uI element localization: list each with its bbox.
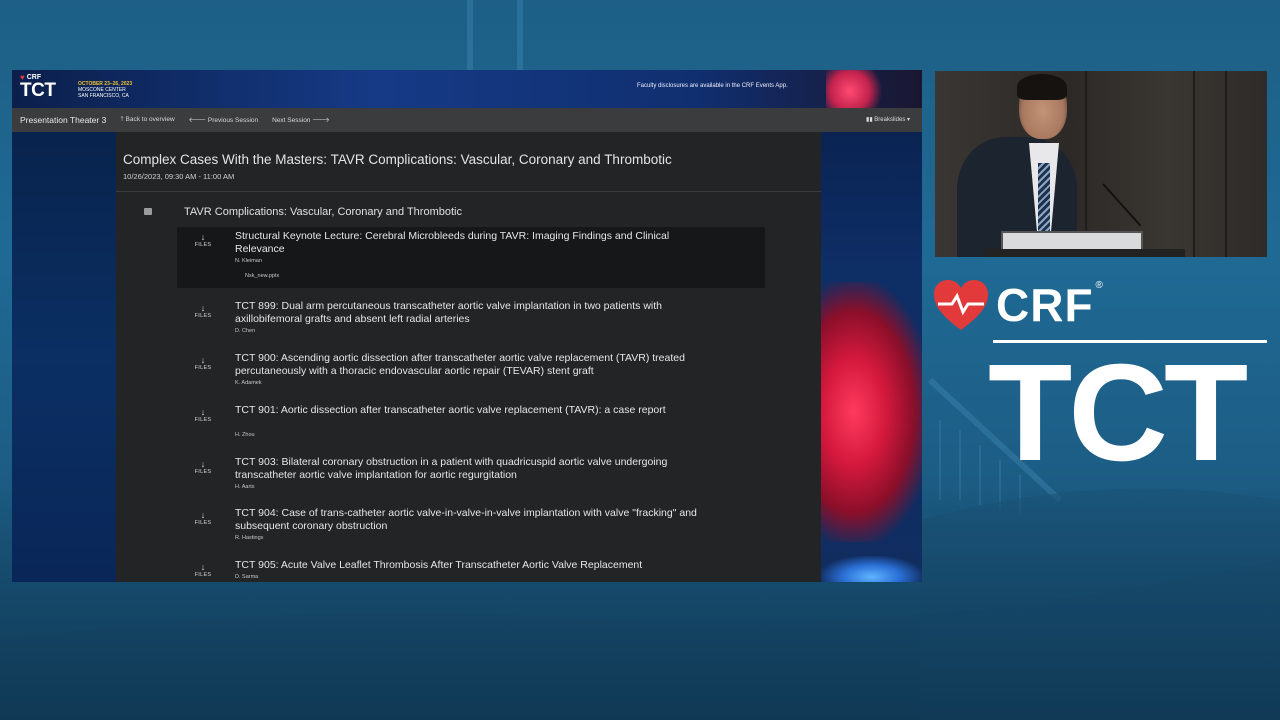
next-session-link[interactable]: Next Session 🡒 bbox=[272, 116, 330, 124]
breakslides-dropdown[interactable]: ▮▮ Breakslides ▾ bbox=[866, 116, 910, 123]
talk-speaker: N. Kleiman bbox=[235, 258, 262, 264]
presentation-screen: ♥ CRF TCT OCTOBER 23–26, 2023 MOSCONE CEN… bbox=[12, 70, 922, 582]
talk-item[interactable]: ↓ FILES TCT 904: Case of trans-catheter … bbox=[177, 505, 765, 549]
download-arrow-icon: ↓ bbox=[200, 355, 206, 365]
microphone bbox=[1102, 183, 1142, 227]
files-label: FILES bbox=[194, 520, 212, 526]
divider bbox=[116, 191, 821, 192]
talk-title[interactable]: TCT 903: Bilateral coronary obstruction … bbox=[235, 456, 710, 481]
files-download[interactable]: ↓ FILES bbox=[177, 459, 229, 476]
vessel-illustration bbox=[821, 556, 922, 582]
podium-monitor bbox=[1001, 231, 1143, 251]
speaker-video bbox=[935, 71, 1267, 257]
wall-panel-line bbox=[1225, 71, 1227, 257]
file-link[interactable]: Nsk_new.pptx bbox=[245, 273, 279, 279]
session-date: 10/26/2023, 09:30 AM - 11:00 AM bbox=[123, 172, 235, 181]
session-content: Complex Cases With the Masters: TAVR Com… bbox=[116, 132, 821, 582]
event-banner: ♥ CRF TCT OCTOBER 23–26, 2023 MOSCONE CEN… bbox=[12, 70, 922, 110]
talk-item[interactable]: ↓ FILES Structural Keynote Lecture: Cere… bbox=[177, 227, 765, 288]
download-arrow-icon: ↓ bbox=[200, 232, 206, 242]
talk-speaker: D. Chen bbox=[235, 328, 256, 334]
talk-title[interactable]: TCT 904: Case of trans-catheter aortic v… bbox=[235, 507, 710, 532]
talk-item[interactable]: ↓ FILES TCT 903: Bilateral coronary obst… bbox=[177, 454, 765, 498]
talk-speaker: D. Sarma bbox=[235, 574, 259, 580]
crf-heart-icon bbox=[934, 280, 988, 330]
download-arrow-icon: ↓ bbox=[200, 510, 206, 520]
speaker-tie bbox=[1038, 163, 1050, 233]
files-label: FILES bbox=[194, 242, 212, 248]
files-download[interactable]: ↓ FILES bbox=[177, 303, 229, 320]
files-download[interactable]: ↓ FILES bbox=[177, 562, 229, 579]
talk-item[interactable]: ↓ FILES TCT 899: Dual arm percutaneous t… bbox=[177, 298, 765, 342]
files-label: FILES bbox=[194, 572, 212, 578]
talk-item[interactable]: ↓ FILES TCT 901: Aortic dissection after… bbox=[177, 402, 765, 446]
files-label: FILES bbox=[194, 313, 212, 319]
session-title: Complex Cases With the Masters: TAVR Com… bbox=[123, 152, 672, 167]
group-title: TAVR Complications: Vascular, Coronary a… bbox=[184, 206, 462, 218]
heart-illustration bbox=[821, 282, 922, 542]
crf-text: CRF bbox=[996, 279, 1094, 331]
disclosure-note: Faculty disclosures are available in the… bbox=[637, 83, 788, 89]
talk-title[interactable]: Structural Keynote Lecture: Cerebral Mic… bbox=[235, 230, 710, 255]
left-backdrop bbox=[12, 132, 116, 582]
talk-title[interactable]: TCT 899: Dual arm percutaneous transcath… bbox=[235, 300, 710, 325]
files-label: FILES bbox=[194, 469, 212, 475]
podium bbox=[985, 249, 1185, 257]
talk-title[interactable]: TCT 901: Aortic dissection after transca… bbox=[235, 404, 710, 417]
download-arrow-icon: ↓ bbox=[200, 407, 206, 417]
crf-logo: CRF ® bbox=[932, 278, 1103, 332]
download-arrow-icon: ↓ bbox=[200, 562, 206, 572]
event-city: SAN FRANCISCO, CA bbox=[78, 93, 129, 99]
talk-title[interactable]: TCT 900: Ascending aortic dissection aft… bbox=[235, 352, 710, 377]
registered-mark: ® bbox=[1095, 280, 1103, 291]
files-download[interactable]: ↓ FILES bbox=[177, 407, 229, 424]
talk-speaker: H. Aarts bbox=[235, 484, 255, 490]
talk-speaker: H. Zhou bbox=[235, 432, 255, 438]
files-download[interactable]: ↓ FILES bbox=[177, 510, 229, 527]
talk-speaker: R. Hastings bbox=[235, 535, 264, 541]
right-backdrop bbox=[821, 132, 922, 582]
talk-speaker: K. Adamek bbox=[235, 380, 262, 386]
download-arrow-icon: ↓ bbox=[200, 303, 206, 313]
back-to-overview-link[interactable]: 🡑 Back to overview bbox=[120, 115, 174, 126]
banner-tct-text: TCT bbox=[20, 80, 56, 101]
wall-panel-line bbox=[1193, 71, 1195, 257]
files-label: FILES bbox=[194, 365, 212, 371]
nav-brand[interactable]: Presentation Theater 3 bbox=[20, 115, 106, 125]
tct-text: TCT bbox=[988, 336, 1248, 490]
talk-item[interactable]: ↓ FILES TCT 905: Acute Valve Leaflet Thr… bbox=[177, 557, 765, 582]
heart-graphic bbox=[826, 70, 886, 110]
talk-title[interactable]: TCT 905: Acute Valve Leaflet Thrombosis … bbox=[235, 559, 710, 572]
tct-logo: ♥ CRF TCT bbox=[20, 73, 56, 101]
event-dates: OCTOBER 23–26, 2023 MOSCONE CENTER SAN F… bbox=[78, 81, 132, 99]
navbar: Presentation Theater 3 🡑 Back to overvie… bbox=[12, 108, 922, 132]
files-label: FILES bbox=[194, 417, 212, 423]
previous-session-link[interactable]: 🡐 Previous Session bbox=[189, 116, 258, 124]
download-arrow-icon: ↓ bbox=[200, 459, 206, 469]
wall-panel-line bbox=[1085, 71, 1087, 257]
speaker-hair bbox=[1017, 74, 1067, 100]
collapse-icon[interactable] bbox=[144, 208, 152, 215]
files-download[interactable]: ↓ FILES bbox=[177, 355, 229, 372]
files-download[interactable]: ↓ FILES bbox=[177, 232, 229, 249]
talk-item[interactable]: ↓ FILES TCT 900: Ascending aortic dissec… bbox=[177, 350, 765, 394]
